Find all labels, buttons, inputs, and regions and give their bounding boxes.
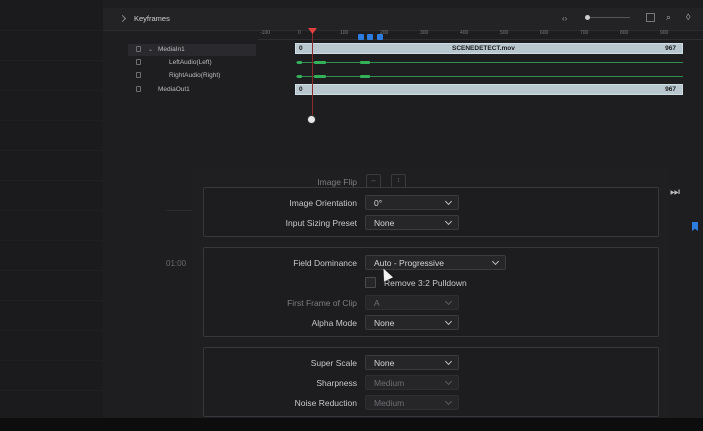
lock-icon[interactable] bbox=[136, 46, 141, 52]
track-end: 967 bbox=[665, 45, 676, 52]
tree-item-mediain1[interactable]: ⌄ MediaIn1 bbox=[128, 44, 256, 56]
ruler-tick: 900 bbox=[660, 30, 669, 36]
flip-horizontal-icon[interactable]: ↔ bbox=[366, 174, 381, 188]
image-flip-label: Image Flip bbox=[317, 177, 357, 187]
remove-pulldown-checkbox[interactable] bbox=[365, 277, 376, 288]
tree-item-label: RightAudio(Right) bbox=[169, 72, 221, 79]
tree-item-rightaudio[interactable]: RightAudio(Right) bbox=[128, 70, 256, 82]
ruler-tick: 700 bbox=[580, 30, 589, 36]
alpha-mode-dropdown[interactable]: None bbox=[365, 315, 459, 330]
tree-item-label: MediaIn1 bbox=[158, 46, 185, 53]
audio-waveform bbox=[360, 61, 370, 64]
image-orientation-label: Image Orientation bbox=[289, 198, 357, 208]
flip-vertical-icon[interactable]: ↕ bbox=[391, 174, 406, 188]
audio-waveform bbox=[314, 75, 326, 78]
input-sizing-dropdown[interactable]: None bbox=[365, 215, 459, 230]
keyframe-marker[interactable] bbox=[358, 34, 364, 40]
keyframes-title: Keyframes bbox=[134, 14, 170, 23]
image-orientation-dropdown[interactable]: 0° bbox=[365, 195, 459, 210]
field-dominance-label: Field Dominance bbox=[293, 258, 357, 268]
playhead-line[interactable] bbox=[312, 32, 313, 122]
background-panel bbox=[0, 0, 103, 418]
ruler-tick: 300 bbox=[420, 30, 429, 36]
audio-waveform bbox=[297, 75, 302, 78]
noise-reduction-label: Noise Reduction bbox=[294, 398, 357, 408]
keyframe-marker[interactable] bbox=[367, 34, 373, 40]
tree-item-mediaout1[interactable]: MediaOut1 bbox=[128, 84, 256, 96]
bottom-bar bbox=[0, 418, 703, 431]
first-frame-dropdown[interactable]: A bbox=[365, 295, 459, 310]
cursor-hand-icon bbox=[307, 115, 316, 124]
chevron-down-icon bbox=[444, 317, 453, 326]
fit-view-icon[interactable] bbox=[646, 13, 655, 22]
divider bbox=[166, 210, 192, 211]
track-end: 967 bbox=[665, 86, 676, 93]
zoom-icon[interactable]: ⌕ bbox=[666, 12, 671, 23]
input-sizing-label: Input Sizing Preset bbox=[285, 218, 357, 228]
keyframes-tree: ⌄ MediaIn1 LeftAudio(Left) RightAudio(Ri… bbox=[128, 40, 256, 100]
right-audio-track[interactable] bbox=[296, 76, 683, 77]
chevron-down-icon bbox=[444, 217, 453, 226]
super-scale-label: Super Scale bbox=[310, 358, 357, 368]
ruler-tick: 100 bbox=[340, 30, 349, 36]
remove-pulldown-label: Remove 3:2 Pulldown bbox=[384, 278, 467, 288]
first-frame-label: First Frame of Clip bbox=[287, 298, 357, 308]
zoom-slider-handle[interactable] bbox=[585, 15, 590, 20]
audio-waveform bbox=[297, 61, 302, 64]
tree-item-label: LeftAudio(Left) bbox=[169, 59, 212, 66]
audio-waveform bbox=[314, 61, 326, 64]
track-start: 0 bbox=[299, 86, 303, 93]
options-icon[interactable]: ◊ bbox=[686, 12, 690, 22]
chevron-down-icon bbox=[444, 297, 453, 306]
super-scale-dropdown[interactable]: None bbox=[365, 355, 459, 370]
lock-icon[interactable] bbox=[136, 59, 141, 65]
lock-icon[interactable] bbox=[136, 72, 141, 78]
alpha-mode-label: Alpha Mode bbox=[311, 318, 357, 328]
mediaout-track-bar[interactable]: 0 967 bbox=[295, 84, 683, 95]
chevron-down-icon bbox=[444, 397, 453, 406]
ruler-tick: 0 bbox=[298, 30, 301, 36]
ruler-tick: 400 bbox=[460, 30, 469, 36]
timecode: 01:00 bbox=[166, 259, 187, 268]
left-audio-track[interactable] bbox=[296, 62, 683, 63]
fit-icon[interactable]: ‹› bbox=[562, 14, 567, 23]
track-name: SCENEDETECT.mov bbox=[452, 45, 515, 52]
ruler-tick: -100 bbox=[260, 30, 271, 36]
track-start: 0 bbox=[299, 45, 303, 52]
chevron-down-icon[interactable]: ⌄ bbox=[148, 46, 153, 53]
mediain-track-bar[interactable]: 0 SCENEDETECT.mov 967 bbox=[295, 43, 683, 54]
skip-forward-icon[interactable]: ⏭ bbox=[670, 186, 680, 199]
sharpness-dropdown[interactable]: Medium bbox=[365, 375, 459, 390]
tree-item-leftaudio[interactable]: LeftAudio(Left) bbox=[128, 57, 256, 69]
chevron-down-icon bbox=[444, 357, 453, 366]
lock-icon[interactable] bbox=[136, 86, 141, 92]
time-ruler[interactable]: -100 0 100 200 300 400 500 600 700 800 9… bbox=[258, 27, 703, 40]
ruler-tick: 500 bbox=[500, 30, 509, 36]
chevron-down-icon bbox=[444, 377, 453, 386]
zoom-slider[interactable] bbox=[585, 17, 630, 18]
tree-item-label: MediaOut1 bbox=[158, 86, 190, 93]
keyframe-marker[interactable] bbox=[377, 34, 383, 40]
chevron-down-icon bbox=[491, 257, 500, 266]
noise-reduction-dropdown[interactable]: Medium bbox=[365, 395, 459, 410]
ruler-tick: 600 bbox=[540, 30, 549, 36]
ruler-tick: 800 bbox=[620, 30, 629, 36]
audio-waveform bbox=[360, 75, 370, 78]
sharpness-label: Sharpness bbox=[316, 378, 357, 388]
chevron-down-icon bbox=[444, 197, 453, 206]
